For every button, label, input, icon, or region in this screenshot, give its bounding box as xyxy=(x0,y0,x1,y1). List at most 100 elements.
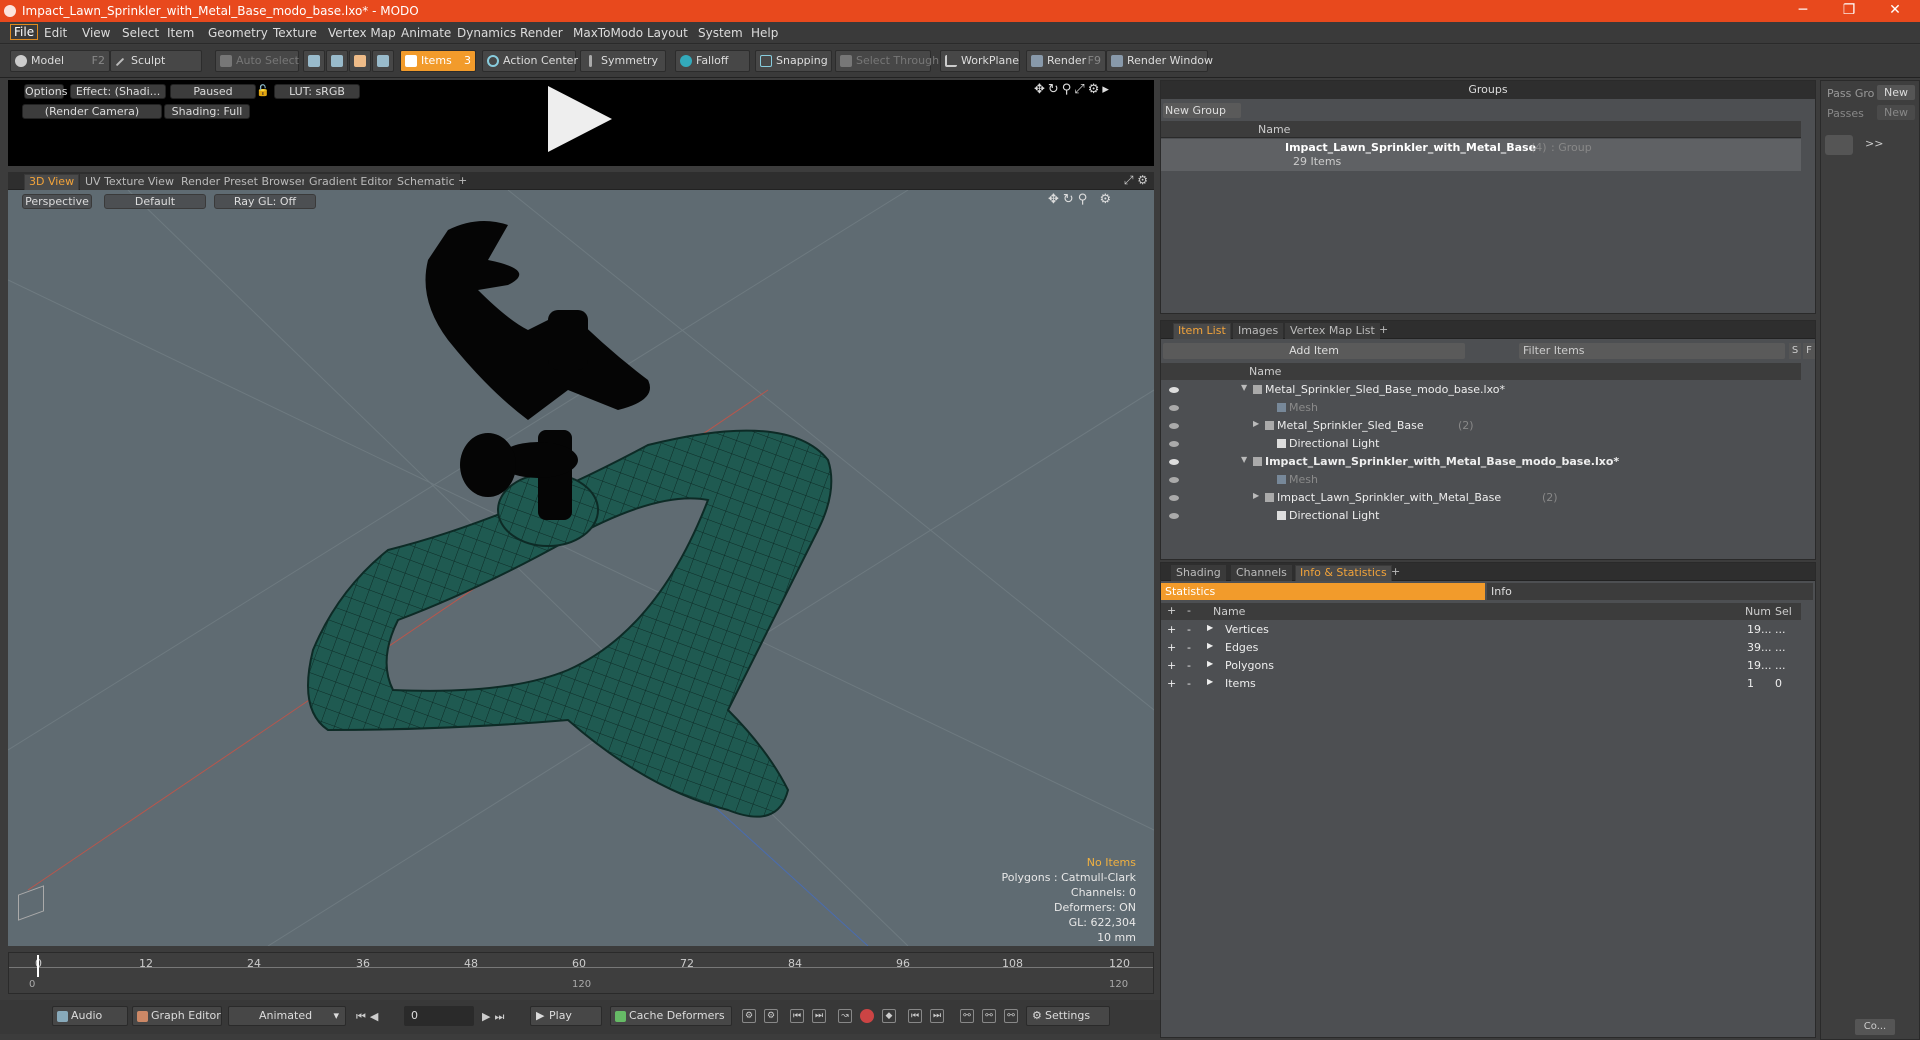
stats-row[interactable]: + - ▶ Vertices 19...... xyxy=(1161,621,1801,639)
shading-dropdown[interactable]: Shading: Full xyxy=(164,104,250,119)
falloff-button[interactable]: Falloff xyxy=(675,50,750,72)
more-button[interactable]: >> xyxy=(1865,137,1883,150)
add-tab-button[interactable]: + xyxy=(1375,323,1392,339)
close-button[interactable]: ✕ xyxy=(1872,0,1918,22)
auto-select-button[interactable]: Auto Select xyxy=(215,50,299,72)
graph-editor-button[interactable]: Graph Editor xyxy=(132,1006,222,1026)
visibility-eye-icon[interactable] xyxy=(1169,459,1179,465)
new-pass-group-button[interactable]: New xyxy=(1877,85,1915,100)
menu-vertex-map[interactable]: Vertex Map xyxy=(328,26,396,40)
collapse-minus-icon[interactable]: - xyxy=(1187,677,1191,690)
tab-3d-view[interactable]: 3D View xyxy=(24,174,80,190)
render-button[interactable]: Render F9 xyxy=(1026,50,1106,72)
list-item[interactable]: ▼ Metal_Sprinkler_Sled_Base_modo_base.lxo… xyxy=(1161,381,1801,399)
play-icon[interactable] xyxy=(548,86,612,152)
visibility-eye-icon[interactable] xyxy=(1169,405,1179,411)
add-tab-button[interactable]: + xyxy=(1387,565,1404,581)
transport-back-icons[interactable]: ⏮◀ xyxy=(356,1010,382,1024)
frame-input[interactable]: 0 xyxy=(404,1006,474,1026)
new-pass-button[interactable]: New xyxy=(1877,105,1915,120)
expand-arrow-icon[interactable]: ▶ xyxy=(1207,623,1213,632)
visibility-eye-icon[interactable] xyxy=(1169,477,1179,483)
next-icon[interactable]: ⏭ xyxy=(930,1009,944,1023)
sculpt-button[interactable]: Sculpt xyxy=(110,50,202,72)
new-group-button[interactable]: New Group xyxy=(1163,103,1241,118)
visibility-eye-icon[interactable] xyxy=(1169,423,1179,429)
raygl-dropdown[interactable]: Ray GL: Off xyxy=(214,194,316,209)
record-icon[interactable] xyxy=(860,1009,874,1023)
auto-key-icon[interactable]: ↝ xyxy=(838,1009,852,1023)
preview-paused-button[interactable]: Paused xyxy=(170,84,256,99)
materials-mode-button[interactable] xyxy=(372,50,394,72)
expand-plus-icon[interactable]: + xyxy=(1167,641,1176,654)
timeline[interactable]: 0 12 24 36 48 60 72 84 96 108 120 0 120 … xyxy=(8,952,1154,994)
key2-icon[interactable]: ⚙ xyxy=(764,1009,778,1023)
prev-key-icon[interactable]: ⏮ xyxy=(790,1009,804,1023)
menu-file[interactable]: File xyxy=(10,24,39,40)
list-item[interactable]: ▼ Impact_Lawn_Sprinkler_with_Metal_Base_m… xyxy=(1161,453,1801,471)
link2-icon[interactable]: ⚯ xyxy=(982,1009,996,1023)
audio-button[interactable]: Audio xyxy=(52,1006,128,1026)
lut-dropdown[interactable]: LUT: sRGB xyxy=(274,84,360,99)
play-button[interactable]: ▶ Play xyxy=(530,1006,602,1026)
default-dropdown[interactable]: Default xyxy=(104,194,206,209)
list-item[interactable]: ▶ Metal_Sprinkler_Sled_Base (2) xyxy=(1161,417,1801,435)
expand-icon[interactable]: ⤢ ⚙ xyxy=(1124,173,1148,188)
cache-deformers-button[interactable]: Cache Deformers xyxy=(610,1006,732,1026)
polygons-mode-button[interactable] xyxy=(349,50,371,72)
prev-icon[interactable]: ⏮ xyxy=(908,1009,922,1023)
collapse-minus-icon[interactable]: - xyxy=(1187,641,1191,654)
tab-vertex-map-list[interactable]: Vertex Map List xyxy=(1285,323,1380,339)
link3-icon[interactable]: ⚯ xyxy=(1004,1009,1018,1023)
stats-row[interactable]: + - ▶ Items 1 0 xyxy=(1161,675,1801,693)
perspective-dropdown[interactable]: Perspective xyxy=(22,194,92,209)
key-set-icon[interactable]: ◆ xyxy=(882,1009,896,1023)
f-button[interactable]: F xyxy=(1803,343,1815,359)
refresh-icon[interactable] xyxy=(1825,135,1853,155)
render-camera-dropdown[interactable]: (Render Camera) xyxy=(22,104,162,119)
settings-button[interactable]: ⚙ Settings xyxy=(1026,1006,1110,1026)
tab-gradient-editor[interactable]: Gradient Editor xyxy=(304,174,398,190)
animated-dropdown[interactable]: Animated ▾ xyxy=(228,1006,346,1026)
statistics-tab[interactable]: Statistics xyxy=(1161,583,1485,600)
menu-render[interactable]: Render xyxy=(520,26,563,40)
stats-row[interactable]: + - ▶ Edges 39...... xyxy=(1161,639,1801,657)
preview-options-button[interactable]: Options xyxy=(24,84,67,99)
visibility-eye-icon[interactable] xyxy=(1169,387,1179,393)
minimize-button[interactable]: ─ xyxy=(1780,0,1826,22)
expand-arrow-icon[interactable]: ▶ xyxy=(1207,641,1213,650)
render-window-button[interactable]: Render Window xyxy=(1106,50,1213,72)
expand-arrow-icon[interactable]: ▶ xyxy=(1253,419,1259,428)
viewport-nav-icons[interactable]: ✥↻⚲ ⚙ xyxy=(1048,192,1115,207)
menu-select[interactable]: Select xyxy=(122,26,159,40)
maximize-button[interactable]: ❐ xyxy=(1826,0,1872,22)
list-item[interactable]: Mesh xyxy=(1161,471,1801,489)
select-through-button[interactable]: Select Through xyxy=(835,50,939,72)
expand-plus-icon[interactable]: + xyxy=(1167,623,1176,636)
filter-items-input[interactable]: Filter Items xyxy=(1519,343,1785,359)
list-item[interactable]: ▶ Impact_Lawn_Sprinkler_with_Metal_Base (2… xyxy=(1161,489,1801,507)
menu-system[interactable]: System xyxy=(698,26,743,40)
tab-info-statistics[interactable]: Info & Statistics xyxy=(1295,565,1392,581)
3d-viewport[interactable]: Perspective Default Ray GL: Off ✥↻⚲ ⚙ No… xyxy=(8,190,1154,946)
visibility-eye-icon[interactable] xyxy=(1169,495,1179,501)
tab-images[interactable]: Images xyxy=(1233,323,1284,339)
s-button[interactable]: S xyxy=(1789,343,1801,359)
menu-maxtomodo[interactable]: MaxToModo xyxy=(573,26,643,40)
menu-help[interactable]: Help xyxy=(751,26,778,40)
playhead[interactable] xyxy=(37,955,39,977)
menu-dynamics[interactable]: Dynamics xyxy=(457,26,516,40)
menu-animate[interactable]: Animate xyxy=(401,26,451,40)
list-item[interactable]: Directional Light xyxy=(1161,507,1801,525)
stats-row[interactable]: + - ▶ Polygons 19...... xyxy=(1161,657,1801,675)
menu-layout[interactable]: Layout xyxy=(647,26,688,40)
expand-plus-icon[interactable]: + xyxy=(1167,659,1176,672)
collapse-minus-icon[interactable]: - xyxy=(1187,623,1191,636)
expand-plus-icon[interactable]: + xyxy=(1167,677,1176,690)
group-row[interactable]: Impact_Lawn_Sprinkler_with_Metal_Base (4… xyxy=(1161,139,1801,171)
info-tab[interactable]: Info xyxy=(1487,583,1813,600)
list-item[interactable]: Directional Light xyxy=(1161,435,1801,453)
expand-arrow-icon[interactable]: ▶ xyxy=(1207,659,1213,668)
lock-icon[interactable]: 🔓 xyxy=(256,84,270,99)
collapse-minus-icon[interactable]: - xyxy=(1187,659,1191,672)
